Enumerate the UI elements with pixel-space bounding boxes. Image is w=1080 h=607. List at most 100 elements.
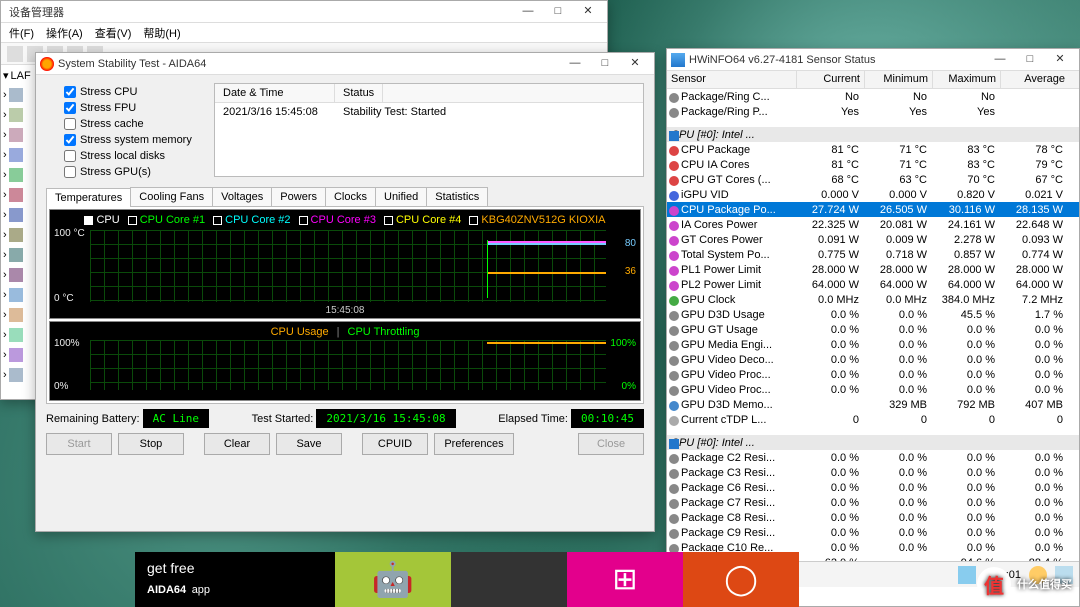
sensor-row[interactable]: CPU Package Po...27.724 W26.505 W30.116 … xyxy=(667,202,1079,217)
legend-item[interactable]: CPU Core #1 xyxy=(128,214,205,226)
maximize-button[interactable]: □ xyxy=(590,54,620,74)
sensor-row[interactable]: IA Cores Power22.325 W20.081 W24.161 W22… xyxy=(667,217,1079,232)
aida-icon xyxy=(40,57,54,71)
legend-item[interactable]: CPU Core #2 xyxy=(213,214,290,226)
sensor-group[interactable]: CPU [#0]: Intel ... xyxy=(667,127,1079,142)
stop-button[interactable]: Stop xyxy=(118,433,184,455)
battery-label: Remaining Battery: xyxy=(46,413,140,425)
stress-check-4[interactable]: Stress local disks xyxy=(46,149,206,163)
stress-check-1[interactable]: Stress FPU xyxy=(46,101,206,115)
menu-action[interactable]: 操作(A) xyxy=(46,25,83,41)
smzdm-watermark: 值 什么值得买 xyxy=(977,567,1072,601)
sensor-row[interactable]: PL1 Power Limit28.000 W28.000 W28.000 W2… xyxy=(667,262,1079,277)
tab-powers[interactable]: Powers xyxy=(271,187,326,206)
sensor-row[interactable]: GPU Video Proc...0.0 %0.0 %0.0 %0.0 % xyxy=(667,382,1079,397)
maximize-button[interactable]: □ xyxy=(1015,50,1045,70)
sensor-row[interactable]: GPU Media Engi...0.0 %0.0 %0.0 %0.0 % xyxy=(667,337,1079,352)
sensor-row[interactable]: CPU GT Cores (...68 °C63 °C70 °C67 °C xyxy=(667,172,1079,187)
sensor-row[interactable]: GPU Video Deco...0.0 %0.0 %0.0 %0.0 % xyxy=(667,352,1079,367)
aida64-stability-window: System Stability Test - AIDA64 — □ ✕ Str… xyxy=(35,52,655,532)
menu-file[interactable]: 件(F) xyxy=(9,25,34,41)
tab-clocks[interactable]: Clocks xyxy=(325,187,376,206)
aida64-banner[interactable]: get free AIDA64 app 🤖 ⊞ ◯ xyxy=(135,552,835,607)
menu-view[interactable]: 查看(V) xyxy=(95,25,132,41)
col-avg[interactable]: Average xyxy=(1001,71,1069,88)
log-col-status: Status xyxy=(335,84,383,102)
sensor-row[interactable]: iGPU VID0.000 V0.000 V0.820 V0.021 V xyxy=(667,187,1079,202)
close-button[interactable]: ✕ xyxy=(1045,50,1075,70)
sensor-row[interactable]: Package C7 Resi...0.0 %0.0 %0.0 %0.0 % xyxy=(667,495,1079,510)
android-icon: 🤖 xyxy=(372,560,414,600)
hw-rows[interactable]: Package/Ring C...NoNoNoPackage/Ring P...… xyxy=(667,89,1079,561)
log-panel: Date & Time Status 2021/3/16 15:45:08 St… xyxy=(214,83,644,177)
tool-icon[interactable] xyxy=(958,566,976,584)
col-sensor[interactable]: Sensor xyxy=(667,71,797,88)
sensor-row[interactable]: CPU IA Cores81 °C71 °C83 °C79 °C xyxy=(667,157,1079,172)
sensor-row[interactable]: Package C6 Resi...0.0 %0.0 %0.0 %0.0 % xyxy=(667,480,1079,495)
dm-tree[interactable]: ▾ LAF › › › › › › › › › › › › › › › xyxy=(1,65,37,399)
sensor-row[interactable]: GPU D3D Usage0.0 %0.0 %45.5 %1.7 % xyxy=(667,307,1079,322)
temperature-graph: CPU CPU Core #1 CPU Core #2 CPU Core #3 CPU … xyxy=(49,209,641,319)
sensor-row[interactable]: Package/Ring P...YesYesYes xyxy=(667,104,1079,119)
stress-check-0[interactable]: Stress CPU xyxy=(46,85,206,99)
sensor-row[interactable]: Package C9 Resi...0.0 %0.0 %0.0 %0.0 % xyxy=(667,525,1079,540)
sensor-row[interactable]: Package C3 Resi...0.0 %0.0 %0.0 %0.0 % xyxy=(667,465,1079,480)
tab-cooling fans[interactable]: Cooling Fans xyxy=(130,187,213,206)
preferences-button[interactable]: Preferences xyxy=(434,433,514,455)
maximize-button[interactable]: □ xyxy=(543,2,573,22)
col-current[interactable]: Current xyxy=(797,71,865,88)
sensor-row[interactable]: CPU Package81 °C71 °C83 °C78 °C xyxy=(667,142,1079,157)
legend-item[interactable]: CPU Core #4 xyxy=(384,214,461,226)
r-val-80: 80 xyxy=(625,238,636,249)
col-min[interactable]: Minimum xyxy=(865,71,933,88)
sensor-row[interactable]: PL2 Power Limit64.000 W64.000 W64.000 W6… xyxy=(667,277,1079,292)
sensor-row[interactable]: GPU D3D Memo...329 MB792 MB407 MB xyxy=(667,397,1079,412)
sensor-row[interactable]: Current cTDP L...0000 xyxy=(667,412,1079,427)
sensor-row[interactable]: Total System Po...0.775 W0.718 W0.857 W0… xyxy=(667,247,1079,262)
clear-button[interactable]: Clear xyxy=(204,433,270,455)
minimize-button[interactable]: — xyxy=(985,50,1015,70)
stress-check-2[interactable]: Stress cache xyxy=(46,117,206,131)
col-max[interactable]: Maximum xyxy=(933,71,1001,88)
sensor-row[interactable]: GPU Clock0.0 MHz0.0 MHz384.0 MHz7.2 MHz xyxy=(667,292,1079,307)
sensor-group[interactable]: CPU [#0]: Intel ... xyxy=(667,435,1079,450)
toolbar-icon[interactable] xyxy=(7,46,23,62)
minimize-button[interactable]: — xyxy=(513,2,543,22)
tab-temperatures[interactable]: Temperatures xyxy=(46,188,131,207)
log-datetime: 2021/3/16 15:45:08 xyxy=(215,103,335,121)
sensor-row[interactable]: GPU GT Usage0.0 %0.0 %0.0 %0.0 % xyxy=(667,322,1079,337)
legend-item[interactable]: CPU Core #3 xyxy=(299,214,376,226)
tab-voltages[interactable]: Voltages xyxy=(212,187,272,206)
save-button[interactable]: Save xyxy=(276,433,342,455)
legend-item[interactable]: CPU xyxy=(84,214,119,226)
dm-titlebar[interactable]: 设备管理器 — □ ✕ xyxy=(1,1,607,23)
sensor-row[interactable]: GT Cores Power0.091 W0.009 W2.278 W0.093… xyxy=(667,232,1079,247)
battery-value: AC Line xyxy=(143,409,209,428)
stress-check-5[interactable]: Stress GPU(s) xyxy=(46,165,206,179)
tab-unified[interactable]: Unified xyxy=(375,187,427,206)
stress-check-3[interactable]: Stress system memory xyxy=(46,133,206,147)
stress-options: Stress CPU Stress FPU Stress cache Stress s… xyxy=(46,83,206,181)
start-button: Start xyxy=(46,433,112,455)
menu-help[interactable]: 帮助(H) xyxy=(143,25,180,41)
sensor-row[interactable]: Package/Ring C...NoNoNo xyxy=(667,89,1079,104)
minimize-button[interactable]: — xyxy=(560,54,590,74)
tree-root[interactable]: ▾ LAF xyxy=(3,69,31,82)
log-status: Stability Test: Started xyxy=(335,103,454,121)
close-button[interactable]: ✕ xyxy=(573,2,603,22)
tab-statistics[interactable]: Statistics xyxy=(426,187,488,206)
hw-titlebar[interactable]: HWiNFO64 v6.27-4181 Sensor Status — □ ✕ xyxy=(667,49,1079,71)
started-value: 2021/3/16 15:45:08 xyxy=(316,409,455,428)
legend-item[interactable]: KBG40ZNV512G KIOXIA xyxy=(469,214,605,226)
close-button: Close xyxy=(578,433,644,455)
tabs: TemperaturesCooling FansVoltagesPowersCl… xyxy=(46,187,644,207)
close-button[interactable]: ✕ xyxy=(620,54,650,74)
dm-menubar: 件(F) 操作(A) 查看(V) 帮助(H) xyxy=(1,23,607,43)
elapsed-value: 00:10:45 xyxy=(571,409,644,428)
aida-titlebar[interactable]: System Stability Test - AIDA64 — □ ✕ xyxy=(36,53,654,75)
sensor-row[interactable]: GPU Video Proc...0.0 %0.0 %0.0 %0.0 % xyxy=(667,367,1079,382)
sensor-row[interactable]: Package C8 Resi...0.0 %0.0 %0.0 %0.0 % xyxy=(667,510,1079,525)
sensor-row[interactable]: Package C2 Resi...0.0 %0.0 %0.0 %0.0 % xyxy=(667,450,1079,465)
hw-columns: Sensor Current Minimum Maximum Average xyxy=(667,71,1079,89)
cpuid-button[interactable]: CPUID xyxy=(362,433,428,455)
